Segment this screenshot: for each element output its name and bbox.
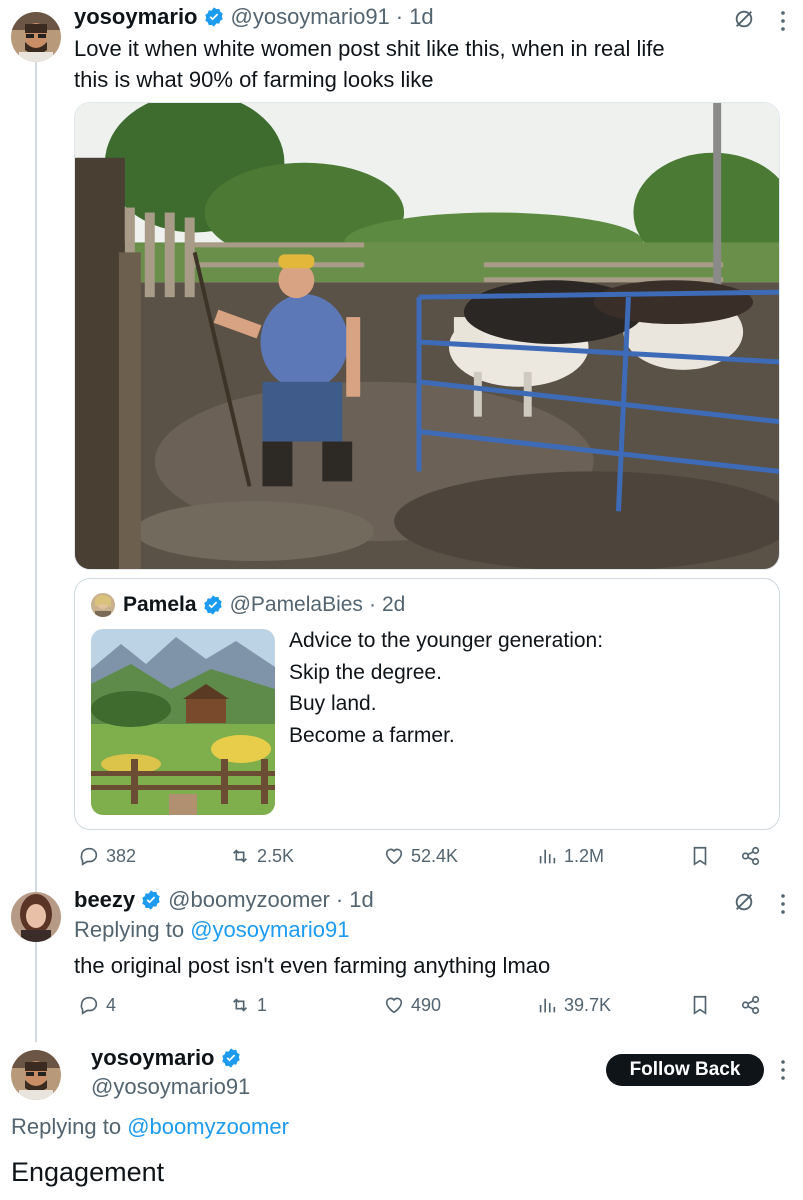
grok-icon[interactable] bbox=[733, 8, 755, 30]
focused-tweet-name-row: yosoymario bbox=[91, 1044, 248, 1072]
quoted-tweet-image[interactable] bbox=[91, 629, 275, 815]
repost-button[interactable]: 1 bbox=[229, 991, 267, 1019]
views-button[interactable]: 1.2M bbox=[536, 842, 604, 870]
avatar-yosoymario[interactable] bbox=[11, 12, 61, 62]
reply-icon bbox=[80, 847, 98, 866]
grok-icon[interactable] bbox=[733, 891, 755, 913]
focused-author-handle[interactable]: @yosoymario91 bbox=[91, 1073, 250, 1101]
reply-button[interactable]: 4 bbox=[78, 991, 116, 1019]
tweet-photo[interactable] bbox=[74, 102, 780, 570]
quoted-text-line3: Buy land. bbox=[289, 692, 377, 715]
reply-replying-to: Replying to @yosoymario91 bbox=[74, 917, 350, 943]
like-icon bbox=[385, 997, 403, 1014]
repost-icon bbox=[232, 849, 248, 863]
like-icon bbox=[385, 848, 403, 865]
like-button[interactable]: 490 bbox=[383, 991, 441, 1019]
reply-author-name[interactable]: beezy bbox=[74, 886, 135, 914]
views-count: 1.2M bbox=[564, 845, 605, 866]
views-button[interactable]: 39.7K bbox=[536, 991, 611, 1019]
avatar-pamela[interactable] bbox=[91, 593, 115, 617]
quoted-tweet[interactable]: Pamela @PamelaBies · 2d Advice to the yo… bbox=[74, 578, 780, 830]
verified-badge-icon bbox=[142, 890, 160, 910]
separator-dot: · bbox=[335, 887, 344, 912]
focused-author-name[interactable]: yosoymario bbox=[91, 1044, 215, 1072]
share-icon bbox=[741, 995, 760, 1015]
focused-tweet-handle-row: @yosoymario91 bbox=[91, 1073, 250, 1101]
bookmark-icon bbox=[693, 995, 707, 1015]
reply-button[interactable]: 382 bbox=[78, 842, 136, 870]
views-count: 39.7K bbox=[564, 994, 612, 1015]
repost-button[interactable]: 2.5K bbox=[229, 842, 294, 870]
repost-count: 1 bbox=[257, 994, 268, 1015]
replying-mention[interactable]: @boomyzoomer bbox=[127, 1114, 289, 1139]
reply-tweet-text: the original post isn't even farming any… bbox=[74, 953, 551, 978]
share-button[interactable] bbox=[740, 842, 762, 870]
author-name[interactable]: yosoymario bbox=[74, 3, 198, 31]
views-icon bbox=[539, 998, 556, 1013]
separator-dot: · bbox=[368, 593, 376, 616]
more-icon[interactable] bbox=[780, 10, 786, 32]
share-icon bbox=[741, 846, 760, 866]
tweet-time[interactable]: 1d bbox=[409, 3, 433, 31]
focused-replying-to: Replying to @boomyzoomer bbox=[11, 1114, 289, 1140]
reply-tweet-header: beezy @boomyzoomer · 1d bbox=[74, 886, 374, 914]
main-tweet-text: Love it when white women post shit like … bbox=[74, 33, 665, 95]
reply-tweet-actions: 4 1 490 39.7K bbox=[0, 991, 803, 1019]
quoted-text-line1: Advice to the younger generation: bbox=[289, 629, 604, 652]
like-count: 490 bbox=[411, 994, 442, 1015]
repost-icon bbox=[232, 998, 248, 1012]
replying-label: Replying to bbox=[74, 917, 185, 942]
like-button[interactable]: 52.4K bbox=[383, 842, 458, 870]
views-icon bbox=[539, 849, 556, 864]
bookmark-icon bbox=[693, 846, 707, 866]
reply-icon bbox=[80, 996, 98, 1015]
replying-mention[interactable]: @yosoymario91 bbox=[190, 917, 349, 942]
quoted-text-line4: Become a farmer. bbox=[289, 723, 455, 747]
avatar-beezy[interactable] bbox=[11, 892, 61, 942]
quoted-tweet-time[interactable]: 2d bbox=[382, 591, 405, 619]
quoted-tweet-header: Pamela @PamelaBies · 2d bbox=[123, 591, 405, 619]
like-count: 52.4K bbox=[411, 845, 459, 866]
main-tweet-text-line2: this is what 90% of farming looks like bbox=[74, 67, 434, 92]
main-tweet-actions: 382 2.5K 52.4K 1.2M bbox=[0, 842, 803, 870]
repost-count: 2.5K bbox=[257, 845, 295, 866]
verified-badge-icon bbox=[203, 595, 222, 615]
bookmark-button[interactable] bbox=[689, 991, 711, 1019]
avatar-yosoymario-focused[interactable] bbox=[11, 1050, 61, 1100]
bookmark-button[interactable] bbox=[689, 842, 711, 870]
share-button[interactable] bbox=[740, 991, 762, 1019]
separator-dot: · bbox=[395, 4, 404, 29]
more-icon[interactable] bbox=[780, 893, 786, 915]
quoted-text-line2: Skip the degree. bbox=[289, 660, 442, 684]
verified-badge-icon bbox=[204, 7, 223, 27]
main-tweet-header: yosoymario @yosoymario91 · 1d bbox=[74, 3, 434, 31]
more-icon[interactable] bbox=[780, 1059, 786, 1081]
reply-count: 382 bbox=[106, 845, 137, 866]
quoted-author-handle[interactable]: @PamelaBies bbox=[230, 591, 363, 619]
reply-count: 4 bbox=[106, 994, 117, 1015]
reply-author-handle[interactable]: @boomyzoomer bbox=[168, 886, 330, 914]
quoted-author-name[interactable]: Pamela bbox=[123, 591, 197, 619]
author-handle[interactable]: @yosoymario91 bbox=[231, 3, 390, 31]
reply-tweet-time[interactable]: 1d bbox=[349, 886, 373, 914]
focused-tweet-text: Engagement bbox=[11, 1157, 165, 1187]
follow-back-button[interactable]: Follow Back bbox=[606, 1054, 764, 1086]
main-tweet-text-line1: Love it when white women post shit like … bbox=[74, 36, 665, 61]
quoted-tweet-text: Advice to the younger generation: Skip t… bbox=[289, 625, 603, 751]
verified-badge-icon bbox=[221, 1048, 240, 1068]
replying-label: Replying to bbox=[11, 1114, 122, 1139]
